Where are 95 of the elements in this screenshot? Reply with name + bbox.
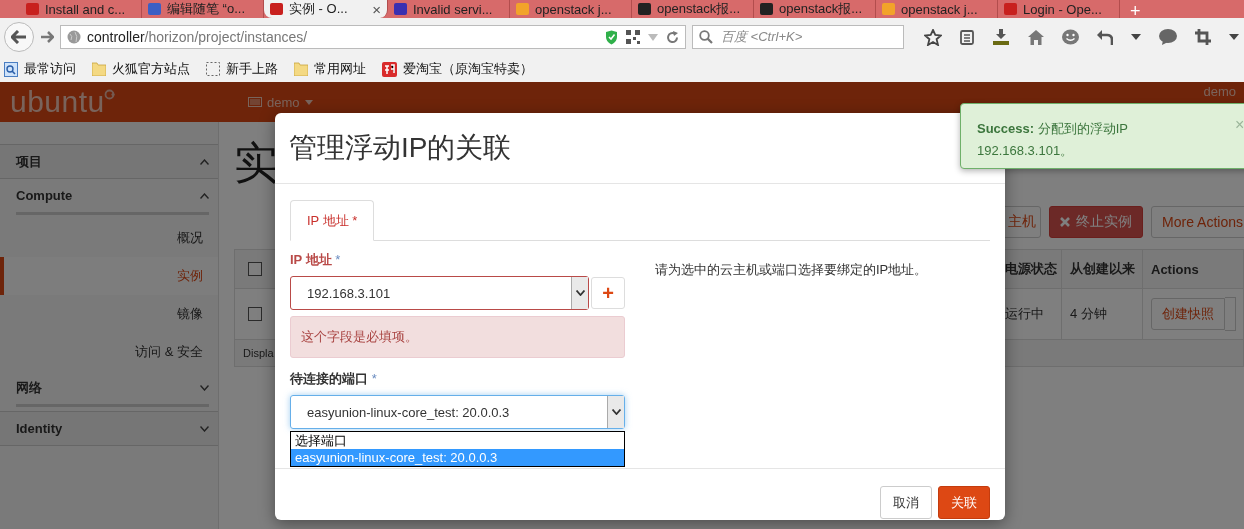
- browser-tab[interactable]: 编辑随笔 “o...: [142, 0, 264, 18]
- new-tab-button[interactable]: +: [1120, 4, 1151, 18]
- home-icon[interactable]: [1028, 29, 1044, 45]
- tab-favicon-icon: [638, 3, 651, 15]
- help-text: 请为选中的云主机或端口选择要绑定的IP地址。: [655, 261, 929, 279]
- column-header: 从创建以来: [1061, 250, 1142, 288]
- smiley-icon[interactable]: [1062, 29, 1079, 45]
- chevron-icon: [611, 409, 621, 415]
- sidebar-item[interactable]: 概况: [0, 219, 218, 257]
- sidebar-panel[interactable]: 网络: [16, 371, 209, 407]
- chat-bubble-icon[interactable]: [1159, 29, 1177, 45]
- table-cell: 4 分钟: [1061, 289, 1142, 339]
- sidebar-panel[interactable]: Compute: [16, 179, 209, 215]
- tab-favicon-icon: [1004, 3, 1017, 15]
- chevron-icon: [200, 384, 209, 391]
- url-path: /horizon/project/instances/: [144, 29, 308, 45]
- sidebar-item[interactable]: 镜像: [0, 295, 218, 333]
- table-footer: Displa: [243, 347, 274, 359]
- crop-icon[interactable]: [1195, 29, 1211, 45]
- browser-tab[interactable]: openstack报...: [632, 0, 754, 18]
- close-icon: [1060, 217, 1071, 227]
- action-button[interactable]: More Actions: [1151, 206, 1244, 238]
- dropdown-toggle[interactable]: [1225, 297, 1236, 331]
- action-button[interactable]: 终止实例: [1049, 206, 1144, 238]
- globe-icon: [67, 30, 81, 44]
- chevron-icon: [575, 290, 585, 296]
- forward-icon[interactable]: [40, 31, 54, 43]
- checkbox[interactable]: [248, 307, 262, 321]
- column-header: Actions: [1142, 250, 1243, 288]
- tab-favicon-icon: [26, 3, 39, 15]
- undo-icon[interactable]: [1097, 29, 1113, 45]
- chevron-icon: [200, 425, 209, 432]
- search-field[interactable]: 百度 <Ctrl+K>: [692, 25, 904, 49]
- url-host: controller: [87, 29, 145, 45]
- snapshot-button[interactable]: 创建快照: [1151, 298, 1225, 330]
- page-title: 实: [234, 137, 278, 189]
- clipboard-icon[interactable]: [960, 29, 974, 45]
- field-label: IP 地址 *: [290, 251, 342, 269]
- sidebar-section[interactable]: 项目: [0, 144, 218, 179]
- qr-code-icon[interactable]: [626, 30, 640, 44]
- blank-page-icon: [206, 62, 220, 76]
- browser-tab[interactable]: Login - Ope...: [998, 0, 1120, 18]
- back-arrow-icon: [11, 30, 27, 44]
- tab-favicon-icon: [760, 3, 773, 15]
- browser-tab[interactable]: openstack j...: [876, 0, 998, 18]
- sidebar-section[interactable]: Identity: [0, 411, 218, 446]
- circle-of-friends-icon: [104, 89, 115, 100]
- browser-tab[interactable]: openstack报...: [754, 0, 876, 18]
- bookmark-item[interactable]: 常用网址: [294, 60, 366, 78]
- field-label: 待连接的端口 *: [290, 370, 378, 388]
- checkbox[interactable]: [248, 262, 262, 276]
- chevron-icon: [200, 158, 209, 165]
- bookmark-item[interactable]: 爱淘宝（原淘宝特卖）: [382, 60, 533, 78]
- error-message: 这个字段是必填项。: [290, 316, 625, 358]
- tab-favicon-icon: [270, 3, 283, 15]
- dropdown-caret-icon[interactable]: [1229, 34, 1239, 40]
- tab-close-button[interactable]: ×: [372, 0, 381, 18]
- select-field[interactable]: easyunion-linux-core_test: 20.0.0.3: [290, 395, 625, 429]
- dropdown-caret-icon[interactable]: [1131, 34, 1141, 40]
- tab-favicon-icon: [882, 3, 895, 15]
- bookmark-item[interactable]: 最常访问: [4, 60, 76, 78]
- folder-icon: [294, 62, 308, 76]
- shield-icon: [605, 29, 618, 45]
- browser-tab[interactable]: Install and c...: [20, 0, 142, 18]
- dialog-button[interactable]: 关联: [938, 486, 990, 519]
- sidebar-item[interactable]: 访问 & 安全: [0, 333, 218, 371]
- back-button[interactable]: [4, 22, 34, 52]
- form-tab[interactable]: IP 地址 *: [290, 200, 375, 241]
- search-icon: [699, 30, 713, 44]
- dropdown-option[interactable]: easyunion-linux-core_test: 20.0.0.3: [291, 449, 624, 466]
- alert-detail: 192.168.3.101。: [977, 142, 1075, 160]
- caret-icon: [304, 99, 313, 105]
- tab-favicon-icon: [148, 3, 161, 15]
- alert-message: Success: 分配到的浮动IP: [977, 120, 1128, 138]
- browser-tab[interactable]: 实例 - O... ×: [264, 0, 388, 18]
- browser-tab[interactable]: Invalid servi...: [388, 0, 510, 18]
- taobao-icon: [382, 61, 397, 77]
- bookmark-star-icon[interactable]: [924, 28, 942, 46]
- bookmark-item[interactable]: 火狐官方站点: [92, 60, 190, 78]
- address-bar[interactable]: controller/horizon/project/instances/: [60, 25, 686, 49]
- monitor-icon: [248, 97, 262, 107]
- tab-favicon-icon: [516, 3, 529, 15]
- browser-tab[interactable]: openstack j...: [510, 0, 632, 18]
- bookmark-item[interactable]: 新手上路: [206, 60, 278, 78]
- reload-icon[interactable]: [666, 30, 679, 44]
- modal-title: 管理浮动IP的关联: [289, 131, 512, 165]
- chevron-icon: [200, 192, 209, 199]
- tab-favicon-icon: [394, 3, 407, 15]
- download-icon[interactable]: [992, 29, 1010, 45]
- dropdown-option[interactable]: 选择端口: [291, 432, 624, 449]
- folder-icon: [92, 62, 106, 76]
- select-field[interactable]: 192.168.3.101: [290, 276, 589, 310]
- add-button[interactable]: +: [591, 277, 625, 309]
- page-icon: [4, 61, 18, 77]
- dialog-button[interactable]: 取消: [880, 486, 932, 519]
